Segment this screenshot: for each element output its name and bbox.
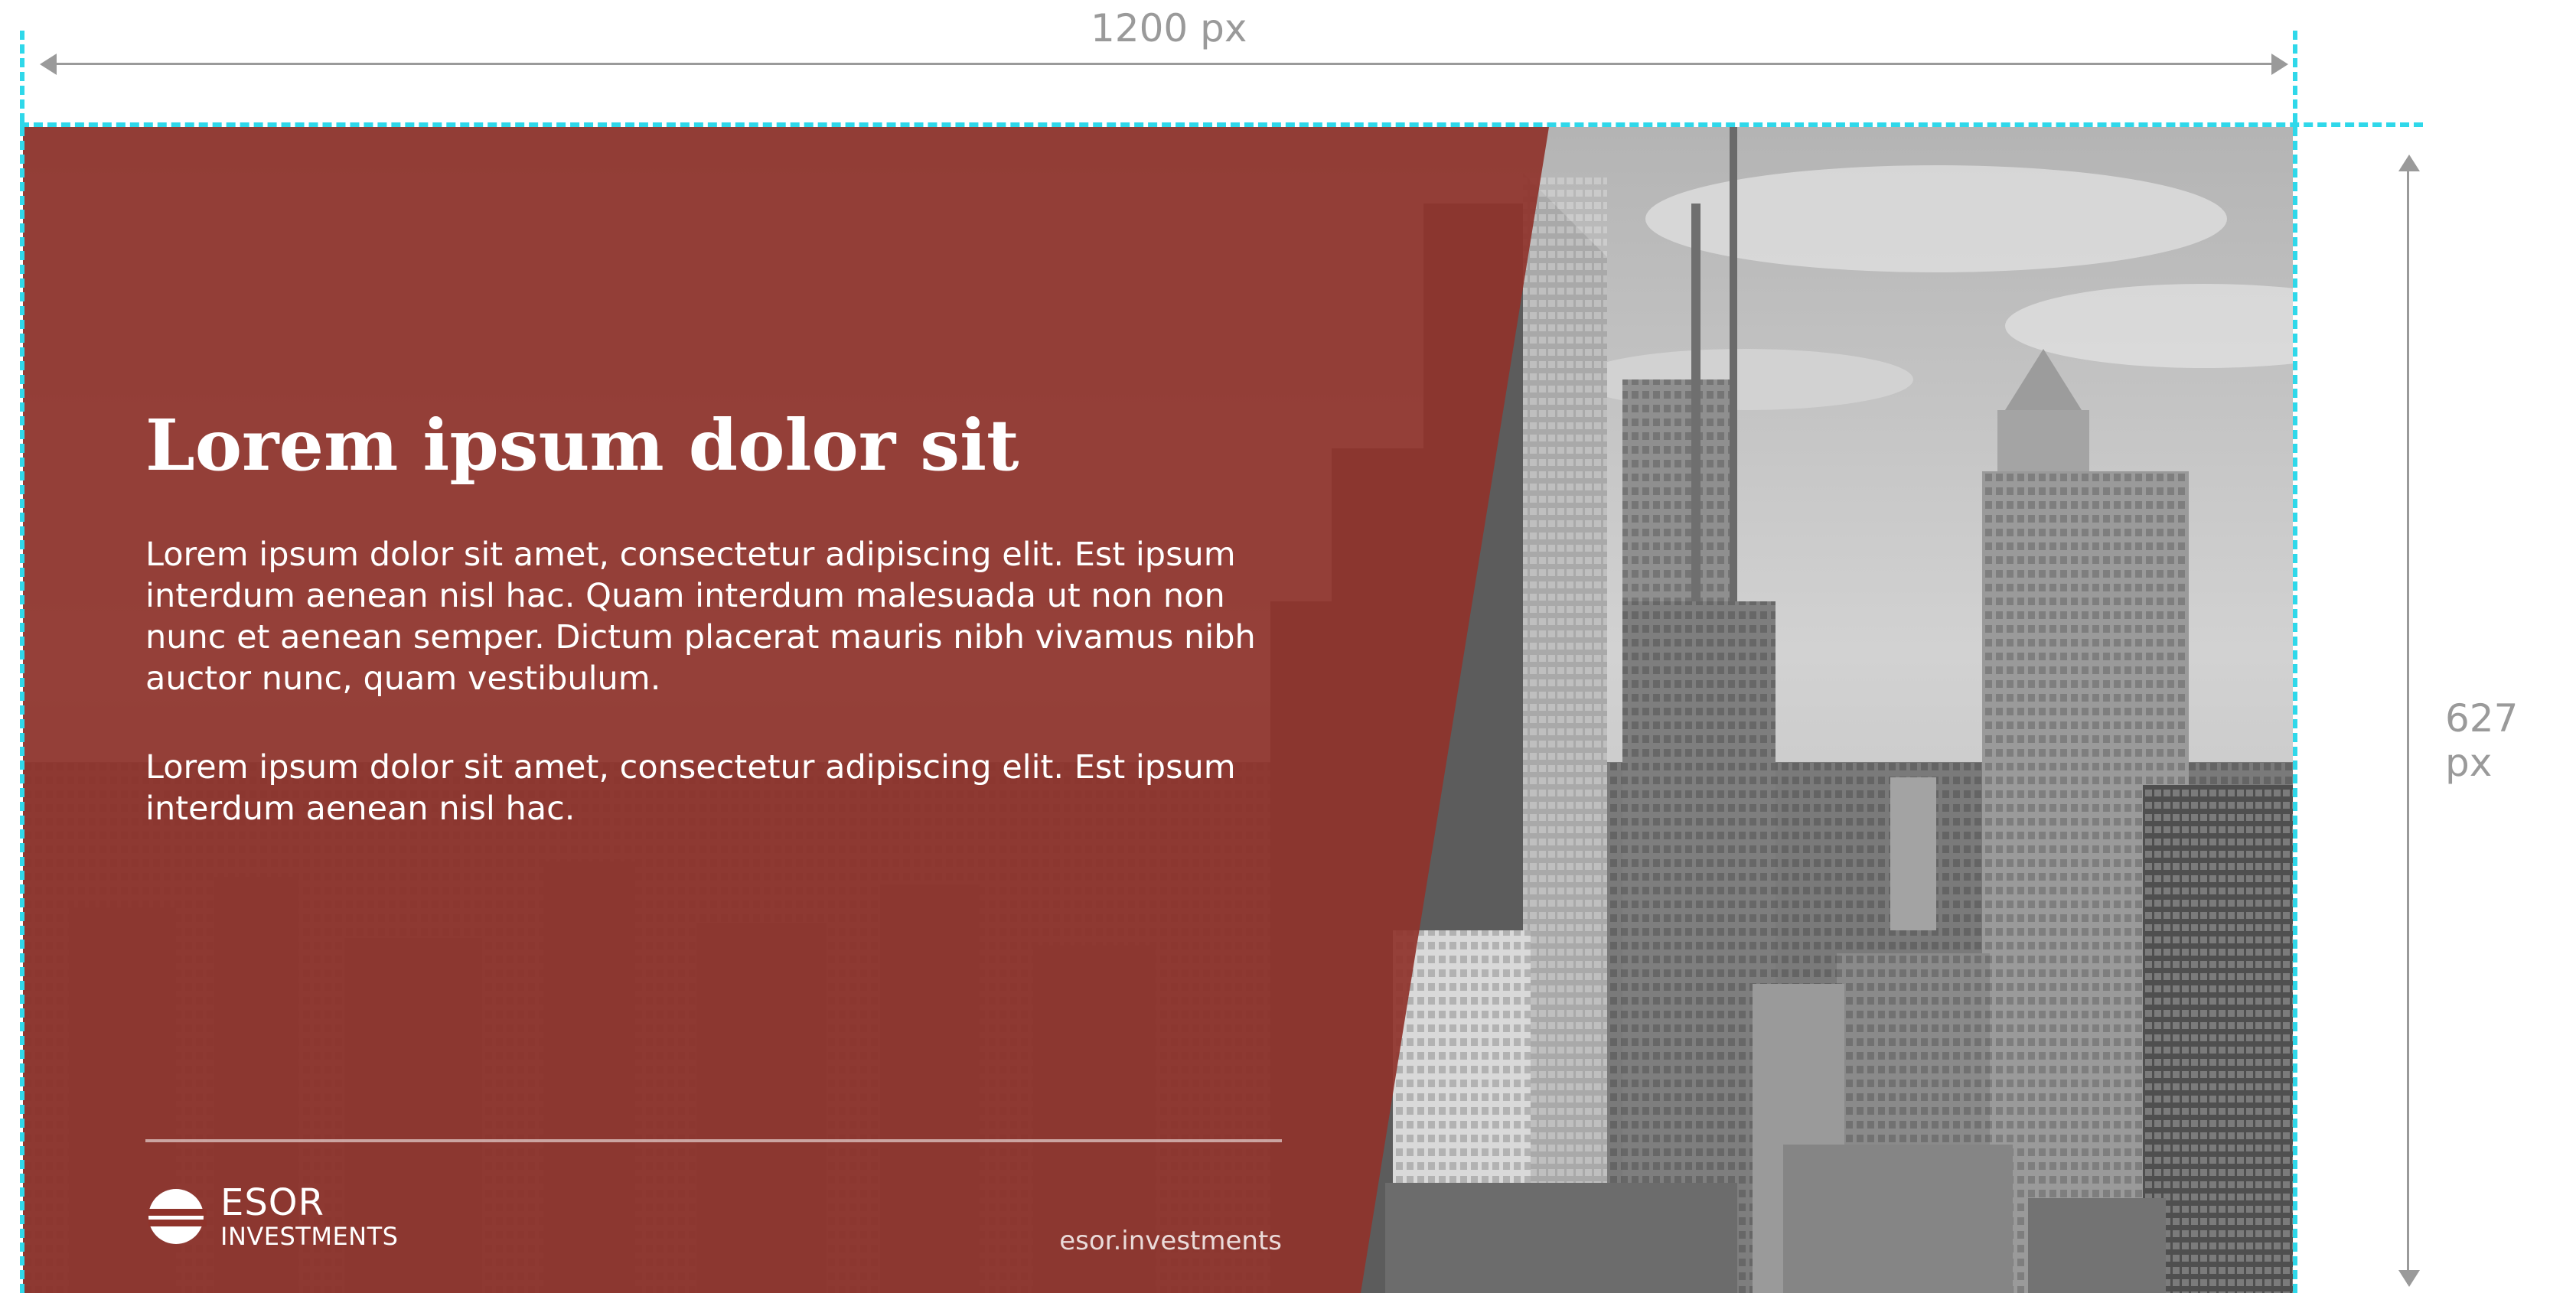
- arrow-right-icon: [2271, 54, 2288, 75]
- red-diagonal-overlay: [23, 127, 2293, 1293]
- logo-subtitle: INVESTMENTS: [220, 1222, 399, 1251]
- banner-paragraph-2: Lorem ipsum dolor sit amet, consectetur …: [145, 748, 1236, 828]
- social-banner: Lorem ipsum dolor sit Lorem ipsum dolor …: [23, 127, 2293, 1293]
- height-dimension-line: [2407, 159, 2409, 1284]
- guide-left: [20, 31, 24, 1293]
- arrow-left-icon: [40, 54, 57, 75]
- arrow-down-icon: [2398, 1270, 2420, 1287]
- width-dimension-label: 1200 px: [1091, 6, 1247, 50]
- banner-title: Lorem ipsum dolor sit: [145, 404, 1019, 487]
- guide-top: [20, 122, 2423, 127]
- arrow-up-icon: [2398, 155, 2420, 171]
- height-dimension-label: 627 px: [2445, 696, 2519, 785]
- width-dimension-line: [46, 63, 2281, 65]
- website-url: esor.investments: [1059, 1226, 1282, 1256]
- guide-right: [2293, 31, 2297, 1293]
- esor-logo-icon: [148, 1189, 207, 1244]
- esor-logo: ESOR INVESTMENTS: [145, 1184, 398, 1249]
- banner-paragraph-1: Lorem ipsum dolor sit amet, consectetur …: [145, 536, 1256, 698]
- footer-divider: [145, 1139, 1282, 1142]
- logo-name: ESOR: [220, 1181, 324, 1224]
